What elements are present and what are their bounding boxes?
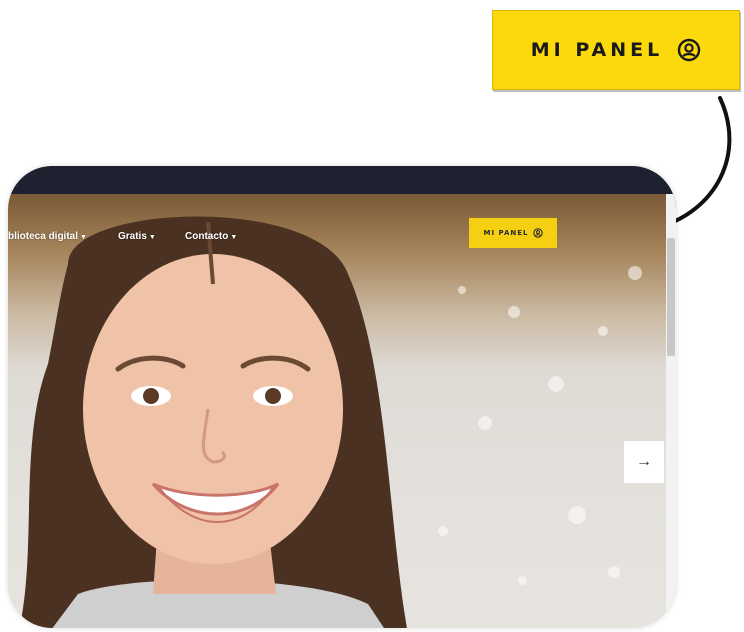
girl-photo — [19, 216, 407, 628]
bokeh-dot — [478, 416, 492, 430]
next-slide-button[interactable]: → — [624, 441, 664, 483]
site-nav: blioteca digital ▼ Gratis ▼ Contacto ▼ — [8, 228, 676, 248]
nav-item-biblioteca-digital[interactable]: blioteca digital ▼ — [8, 231, 87, 242]
user-circle-icon — [532, 228, 543, 238]
mi-panel-callout-button[interactable]: MI PANEL — [492, 10, 740, 90]
website-screenshot: blioteca digital ▼ Gratis ▼ Contacto ▼ MI P… — [8, 166, 676, 628]
bokeh-dot — [438, 526, 448, 536]
nav-item-label: Gratis — [118, 231, 147, 242]
nav-item-contacto[interactable]: Contacto ▼ — [185, 231, 237, 242]
mi-panel-callout-label: MI PANEL — [530, 39, 664, 61]
bokeh-dot — [608, 566, 620, 578]
stage: MI PANEL blioteca digital ▼ Gratis ▼ Con… — [0, 0, 744, 632]
bokeh-dot — [568, 506, 586, 524]
mi-panel-label: MI PANEL — [483, 229, 529, 237]
bokeh-dot — [548, 376, 564, 392]
caret-down-icon: ▼ — [148, 234, 156, 241]
user-circle-icon — [677, 38, 701, 62]
browser-top-bar — [8, 166, 676, 194]
bokeh-dot — [518, 576, 527, 585]
nav-item-label: Contacto — [185, 231, 229, 242]
bokeh-dot — [628, 266, 642, 280]
bokeh-dot — [508, 306, 520, 318]
bokeh-dot — [458, 286, 466, 294]
bokeh-dot — [598, 326, 608, 336]
mi-panel-button[interactable]: MI PANEL — [469, 218, 557, 248]
scrollbar[interactable] — [666, 194, 676, 628]
caret-down-icon: ▼ — [230, 234, 238, 241]
nav-item-label: blioteca digital — [8, 231, 79, 242]
nav-item-gratis[interactable]: Gratis ▼ — [118, 231, 156, 242]
caret-down-icon: ▼ — [80, 234, 87, 241]
arrow-right-icon: → — [636, 453, 652, 470]
scrollbar-thumb[interactable] — [667, 238, 675, 356]
